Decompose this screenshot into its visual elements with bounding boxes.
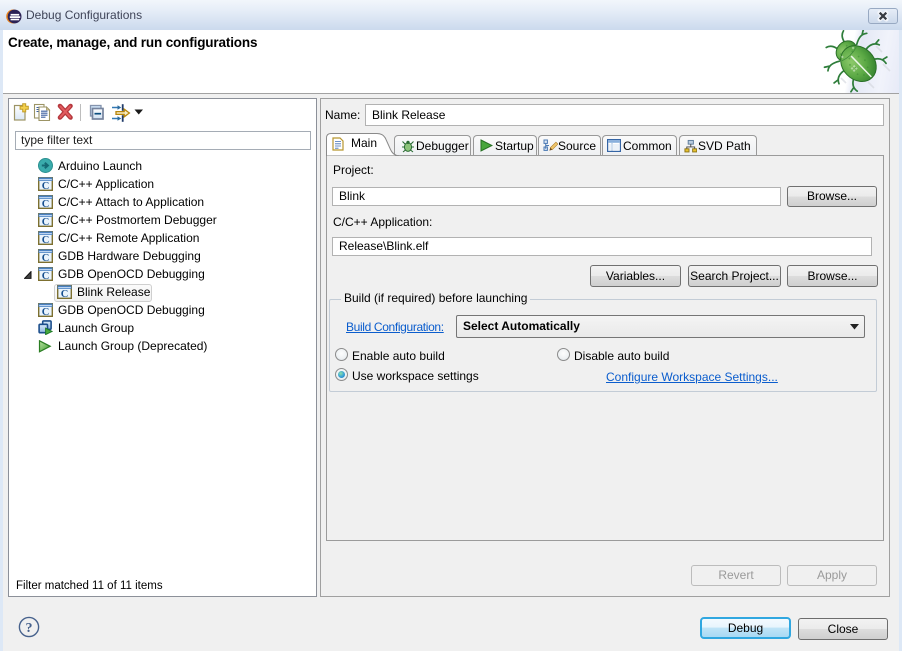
svg-text:?: ?	[26, 621, 33, 636]
